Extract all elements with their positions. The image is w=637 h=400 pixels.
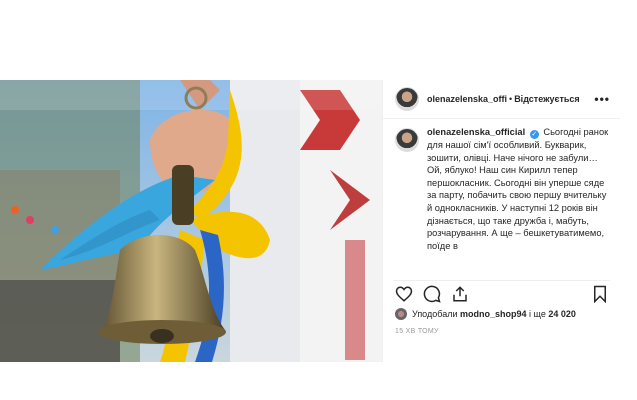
share-icon[interactable]	[451, 285, 469, 303]
verified-badge-icon: ✓	[529, 130, 539, 139]
school-bell-image	[0, 80, 382, 362]
following-button[interactable]: Відстежується	[514, 94, 579, 104]
likes-count[interactable]: 24 020	[548, 309, 576, 319]
likes-summary: Уподобали modno_shop94 і ще 24 020	[395, 308, 576, 320]
post-timestamp: 15 ХВ ТОМУ	[395, 328, 439, 335]
post-header: olenazelenska_offi • Відстежується •••	[383, 80, 620, 119]
post-sidebar: olenazelenska_offi • Відстежується ••• o…	[382, 80, 620, 362]
likes-prefix: Уподобали	[412, 309, 458, 319]
post-username[interactable]: olenazelenska_offi	[427, 94, 507, 104]
caption-avatar[interactable]	[395, 128, 419, 152]
likes-middle: і ще	[529, 309, 546, 319]
more-icon[interactable]: •••	[594, 92, 610, 106]
heart-icon[interactable]	[395, 285, 413, 303]
liker-avatar	[395, 308, 407, 320]
comment-icon[interactable]	[423, 285, 441, 303]
post-caption: olenazelenska_official ✓ Сьогодні ранок …	[395, 126, 610, 274]
caption-username[interactable]: olenazelenska_official	[427, 127, 525, 137]
action-bar	[393, 280, 610, 307]
caption-text-block: olenazelenska_official ✓ Сьогодні ранок …	[427, 126, 610, 274]
separator: •	[509, 94, 513, 104]
post-photo[interactable]	[0, 80, 382, 362]
avatar[interactable]	[395, 87, 419, 111]
bookmark-icon[interactable]	[592, 285, 608, 303]
caption-text: Сьогодні ранок для нашої сім'ї особливий…	[427, 127, 609, 251]
likes-user[interactable]: modno_shop94	[460, 309, 527, 319]
instagram-post: olenazelenska_offi • Відстежується ••• o…	[0, 80, 637, 362]
